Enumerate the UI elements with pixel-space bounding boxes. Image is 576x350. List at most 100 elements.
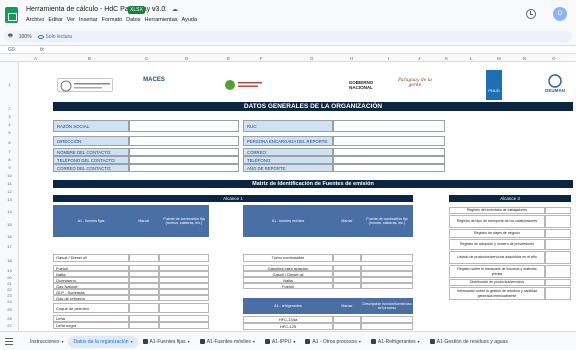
col-i[interactable]: I bbox=[388, 56, 389, 61]
tab-a1-refrigerantes[interactable]: A1-Refrigerantes ▾ bbox=[366, 336, 425, 348]
telefono-field[interactable] bbox=[333, 156, 445, 164]
all-sheets-menu-icon[interactable] bbox=[5, 337, 13, 345]
col-n[interactable]: N bbox=[523, 56, 526, 61]
tab-a1-gestion-residuos[interactable]: A1-Gestión de residuos y aguas bbox=[425, 336, 513, 348]
zoom-select[interactable]: 100% bbox=[19, 34, 32, 40]
contacto-nombre-field[interactable] bbox=[129, 148, 239, 156]
refrig-check[interactable] bbox=[333, 323, 361, 330]
col-b[interactable]: B bbox=[88, 56, 91, 61]
correo-field[interactable] bbox=[333, 148, 445, 156]
row-num[interactable]: 14 bbox=[0, 209, 19, 214]
moviles-check[interactable] bbox=[333, 283, 361, 289]
menu-ayuda[interactable]: Ayuda bbox=[182, 17, 198, 23]
menu-ver[interactable]: Ver bbox=[67, 17, 75, 23]
a3-check[interactable] bbox=[545, 229, 571, 238]
razon-social-field[interactable] bbox=[129, 120, 239, 132]
a3-check[interactable] bbox=[545, 215, 571, 228]
menu-editar[interactable]: Editar bbox=[48, 17, 62, 23]
row-num[interactable]: 5 bbox=[0, 130, 19, 135]
refrig-desc[interactable] bbox=[361, 323, 413, 330]
tab-a1-fuentes-fijas[interactable]: A1-Fuentes fijas ▾ bbox=[138, 336, 195, 348]
fijas-fuente[interactable] bbox=[159, 322, 209, 329]
row-num[interactable]: 13 bbox=[0, 197, 19, 202]
spreadsheet-grid[interactable]: MACES GOBIERNO NACIONAL Paraguay de la g… bbox=[19, 62, 576, 331]
col-g[interactable]: G bbox=[310, 56, 314, 61]
row-num[interactable]: 20 bbox=[0, 275, 19, 280]
col-m[interactable]: M bbox=[497, 56, 501, 61]
col-l[interactable]: L bbox=[470, 56, 473, 61]
col-f[interactable]: F bbox=[260, 56, 263, 61]
menu-formato[interactable]: Formato bbox=[102, 17, 122, 23]
row-num[interactable]: 4 bbox=[0, 122, 19, 127]
encargado-field[interactable] bbox=[333, 136, 445, 146]
a3-check[interactable] bbox=[545, 265, 571, 278]
refrig-desc[interactable] bbox=[361, 316, 413, 323]
col-k[interactable]: K bbox=[445, 56, 448, 61]
avatar[interactable]: D bbox=[553, 7, 567, 21]
row-num[interactable]: 26 bbox=[0, 316, 19, 321]
fijas-check[interactable] bbox=[129, 303, 159, 313]
tab-datos-organizacion[interactable]: Datos de la organización ▾ bbox=[68, 335, 138, 348]
row-num[interactable]: 21 bbox=[0, 281, 19, 286]
name-box[interactable]: G9 bbox=[8, 47, 15, 53]
row-num[interactable]: 17 bbox=[0, 244, 19, 249]
row-num[interactable]: 12 bbox=[0, 189, 19, 194]
moviles-fuente[interactable] bbox=[361, 254, 413, 262]
row-num[interactable]: 7 bbox=[0, 149, 19, 154]
menu-herramientas[interactable]: Herramientas bbox=[145, 17, 178, 23]
a3-check[interactable] bbox=[545, 207, 571, 214]
print-icon[interactable]: 🖶 bbox=[8, 33, 13, 41]
a3-check[interactable] bbox=[545, 239, 571, 250]
row-num[interactable]: 24 bbox=[0, 299, 19, 304]
col-d[interactable]: D bbox=[185, 56, 188, 61]
row-num[interactable]: 6 bbox=[0, 140, 19, 145]
refrig-check[interactable] bbox=[333, 316, 361, 323]
history-icon[interactable] bbox=[526, 9, 536, 19]
menu-insertar[interactable]: Insertar bbox=[79, 17, 98, 23]
col-a[interactable]: A bbox=[34, 56, 37, 61]
a3-check[interactable] bbox=[545, 251, 571, 264]
menu-archivo[interactable]: Archivo bbox=[26, 17, 44, 23]
row-num[interactable]: 15 bbox=[0, 222, 19, 227]
tab-a1-ippu[interactable]: A1-IPPU ▾ bbox=[260, 336, 300, 348]
fijas-fuente[interactable] bbox=[159, 295, 209, 301]
row-num[interactable]: 2 bbox=[0, 106, 19, 111]
tab-a1-fuentes-moviles[interactable]: A1-Fuentes móviles ▾ bbox=[195, 336, 260, 348]
moviles-fuente[interactable] bbox=[361, 283, 413, 289]
row-num[interactable]: 8 bbox=[0, 157, 19, 162]
row-num[interactable]: 3 bbox=[0, 114, 19, 119]
a3-check[interactable] bbox=[545, 279, 571, 286]
col-c[interactable]: C bbox=[145, 56, 148, 61]
tab-a1-otros-procesos[interactable]: A1 - Otros procesos ▾ bbox=[300, 336, 365, 348]
row-num[interactable]: 16 bbox=[0, 234, 19, 239]
fijas-check[interactable] bbox=[129, 315, 159, 322]
contacto-correo-field[interactable] bbox=[129, 164, 239, 172]
fijas-fuente[interactable] bbox=[159, 315, 209, 322]
row-num[interactable]: 23 bbox=[0, 293, 19, 298]
moviles-check[interactable] bbox=[333, 254, 361, 262]
row-num[interactable]: 25 bbox=[0, 307, 19, 312]
fijas-fuente[interactable] bbox=[159, 303, 209, 313]
fijas-fuente[interactable] bbox=[159, 254, 209, 262]
star-move-cloud-icons[interactable]: ☆ ⛶ ☁ bbox=[151, 6, 180, 14]
row-num[interactable]: 1 bbox=[0, 82, 19, 87]
readonly-button[interactable]: Solo lectura bbox=[37, 34, 72, 40]
a3-check[interactable] bbox=[545, 287, 571, 300]
tab-instrucciones[interactable]: Instrucciones ▾ bbox=[25, 336, 68, 348]
row-num[interactable]: 27 bbox=[0, 323, 19, 328]
menu-datos[interactable]: Datos bbox=[126, 17, 140, 23]
fijas-check[interactable] bbox=[129, 254, 159, 262]
row-num[interactable]: 19 bbox=[0, 268, 19, 273]
row-num[interactable]: 9 bbox=[0, 165, 19, 170]
row-num[interactable]: 22 bbox=[0, 287, 19, 292]
col-e[interactable]: E bbox=[227, 56, 230, 61]
ano-reporte-field[interactable] bbox=[333, 164, 445, 172]
ruc-field[interactable] bbox=[333, 120, 445, 132]
contacto-telefono-field[interactable] bbox=[129, 156, 239, 164]
col-j[interactable]: J bbox=[418, 56, 420, 61]
fijas-check[interactable] bbox=[129, 295, 159, 301]
direccion-field[interactable] bbox=[129, 136, 239, 146]
col-h[interactable]: H bbox=[350, 56, 353, 61]
sheets-logo-icon[interactable] bbox=[5, 7, 18, 23]
row-num[interactable]: 10 bbox=[0, 173, 19, 178]
